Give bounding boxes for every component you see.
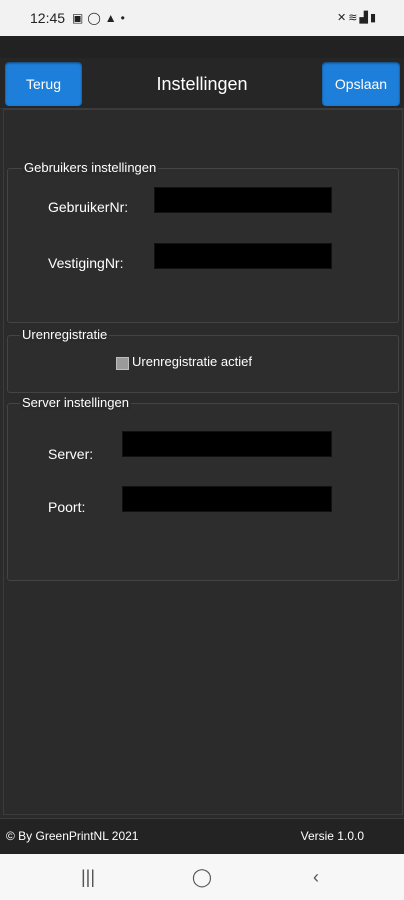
recent-apps-icon[interactable]: ||| <box>68 864 108 890</box>
server-input[interactable] <box>122 431 332 457</box>
home-icon[interactable]: ◯ <box>182 864 222 890</box>
port-label: Poort: <box>48 499 86 515</box>
user-settings-legend: Gebruikers instellingen <box>22 160 159 175</box>
status-left-icons: ▣◯▲• <box>72 11 129 25</box>
user-number-label: GebruikerNr: <box>48 199 129 215</box>
mute-icon: ✕ <box>337 12 349 24</box>
warning-icon: ▲ <box>104 11 121 25</box>
save-button[interactable]: Opslaan <box>322 62 400 106</box>
time-registration-checkbox-label[interactable]: Urenregistratie actief <box>132 354 252 369</box>
server-settings-group: Server instellingen Server: Poort: <box>7 395 399 581</box>
branch-number-label: VestigingNr: <box>48 255 124 271</box>
status-right-icons: ✕≋▟▮ <box>337 11 378 24</box>
user-settings-group: Gebruikers instellingen GebruikerNr: Ves… <box>7 160 399 323</box>
back-icon[interactable]: ‹ <box>296 864 336 890</box>
time-registration-group: Urenregistratie Urenregistratie actief <box>7 327 399 393</box>
image-icon: ▣ <box>72 11 88 25</box>
port-input[interactable] <box>122 486 332 512</box>
top-strip <box>0 36 404 58</box>
version-text: Versie 1.0.0 <box>300 829 364 843</box>
footer: © By GreenPrintNL 2021 Versie 1.0.0 <box>0 818 404 855</box>
user-number-input[interactable] <box>154 187 332 213</box>
settings-content: Gebruikers instellingen GebruikerNr: Ves… <box>3 109 403 815</box>
dot-icon: • <box>120 11 129 25</box>
circle-icon: ◯ <box>87 11 105 25</box>
header-bar: Terug Instellingen Opslaan <box>0 58 404 109</box>
status-time: 12:45 <box>30 10 66 26</box>
copyright-text: © By GreenPrintNL 2021 <box>6 829 139 843</box>
signal-icon: ▟ <box>359 12 370 24</box>
battery-icon: ▮ <box>369 12 378 24</box>
time-registration-legend: Urenregistratie <box>20 327 110 342</box>
server-label: Server: <box>48 446 94 462</box>
app-window: Terug Instellingen Opslaan Gebruikers in… <box>0 36 404 855</box>
time-registration-checkbox[interactable] <box>116 357 129 370</box>
wifi-icon: ≋ <box>348 12 360 24</box>
system-navbar: ||| ◯ ‹ <box>0 854 404 900</box>
status-bar: 12:45 ▣◯▲• ✕≋▟▮ <box>0 0 404 36</box>
server-settings-legend: Server instellingen <box>20 395 131 410</box>
branch-number-input[interactable] <box>154 243 332 269</box>
